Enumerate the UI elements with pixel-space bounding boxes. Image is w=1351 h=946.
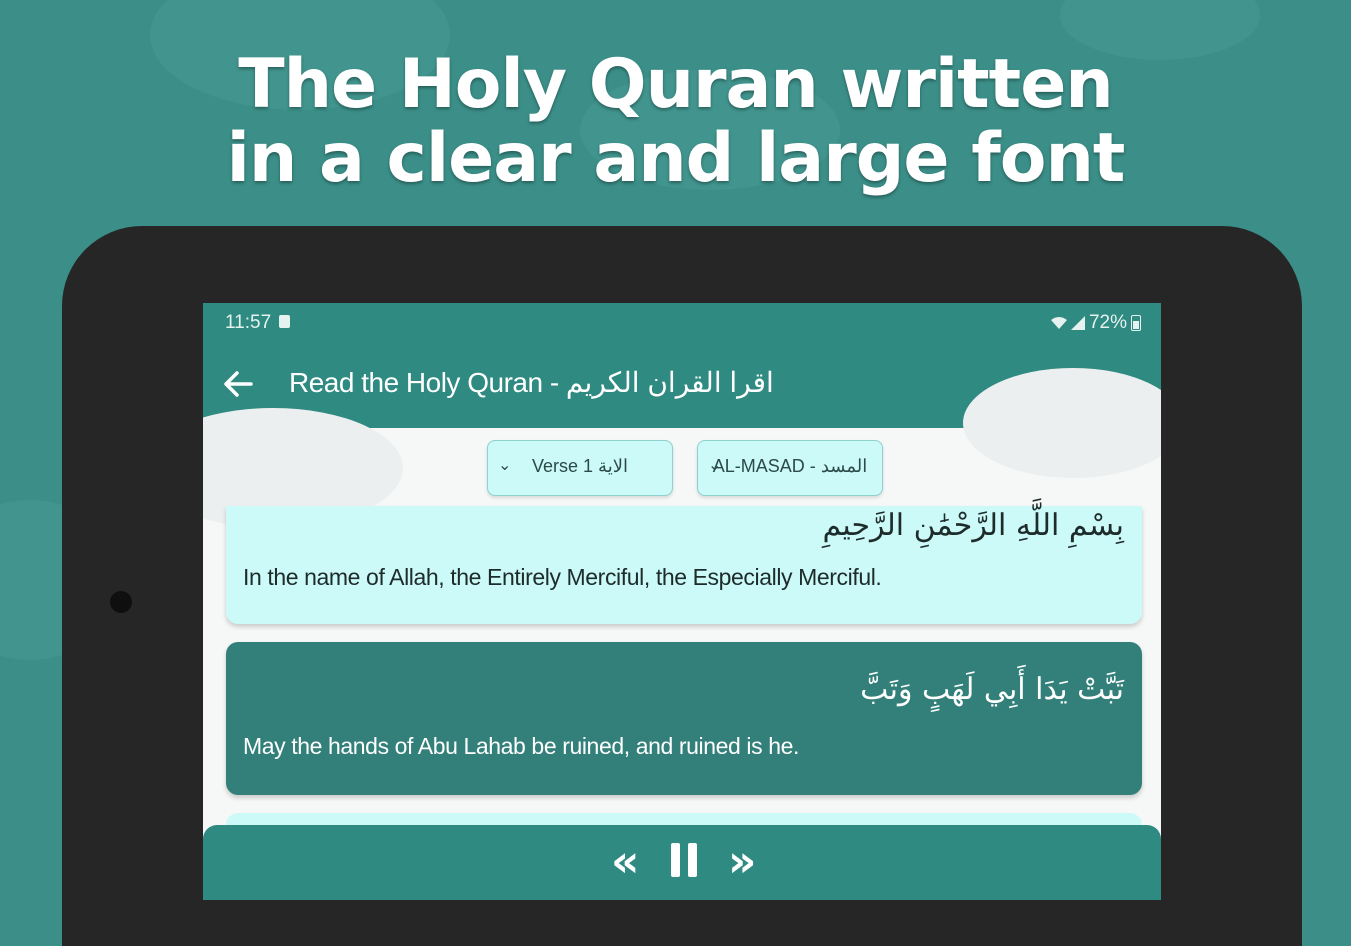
verse-card-active[interactable]: تَبَّتْ يَدَا أَبِي لَهَبٍ وَتَبَّ May t… xyxy=(226,642,1142,795)
signal-icon xyxy=(1070,316,1085,330)
headline-line-1: The Holy Quran written xyxy=(238,45,1113,124)
battery-percent: 72% xyxy=(1088,312,1127,333)
status-indicators: 72% xyxy=(1050,312,1141,334)
verse-translation: In the name of Allah, the Entirely Merci… xyxy=(243,564,882,590)
verse-card[interactable]: بِسْمِ اللَّهِ الرَّحْمَٰنِ الرَّحِيمِ I… xyxy=(226,506,1142,624)
arrow-left-icon[interactable] xyxy=(221,367,255,401)
verse-arabic: بِسْمِ اللَّهِ الرَّحْمَٰنِ الرَّحِيمِ xyxy=(822,508,1124,543)
camera-dot xyxy=(110,591,132,613)
headline-line-2: in a clear and large font xyxy=(226,119,1126,198)
sdcard-icon xyxy=(279,315,290,328)
rewind-icon[interactable]: « xyxy=(611,837,639,887)
status-time: 11:57 xyxy=(225,312,272,333)
pause-icon[interactable] xyxy=(671,843,699,877)
audio-player: « » xyxy=(203,825,1161,900)
status-bar: 11:57 72% xyxy=(203,303,1161,341)
verse-arabic: تَبَّتْ يَدَا أَبِي لَهَبٍ وَتَبَّ xyxy=(860,672,1124,707)
verse-select-value: Verse 1 الاية xyxy=(532,456,628,476)
wifi-icon xyxy=(1050,317,1067,329)
surah-select-value: AL-MASAD - المسد xyxy=(712,456,868,476)
verse-translation: May the hands of Abu Lahab be ruined, an… xyxy=(243,733,799,759)
battery-icon xyxy=(1131,315,1141,331)
surah-select[interactable]: ⌄ AL-MASAD - المسد xyxy=(697,440,883,496)
background-shape xyxy=(963,368,1161,478)
app-screen: 11:57 72% Read the Holy Quran - اقرا الق… xyxy=(203,303,1161,900)
fast-forward-icon[interactable]: » xyxy=(728,837,756,887)
page-title: Read the Holy Quran - اقرا القران الكريم xyxy=(289,367,774,398)
promo-headline: The Holy Quran written in a clear and la… xyxy=(0,48,1351,196)
verse-select[interactable]: ⌄ Verse 1 الاية xyxy=(487,440,673,496)
